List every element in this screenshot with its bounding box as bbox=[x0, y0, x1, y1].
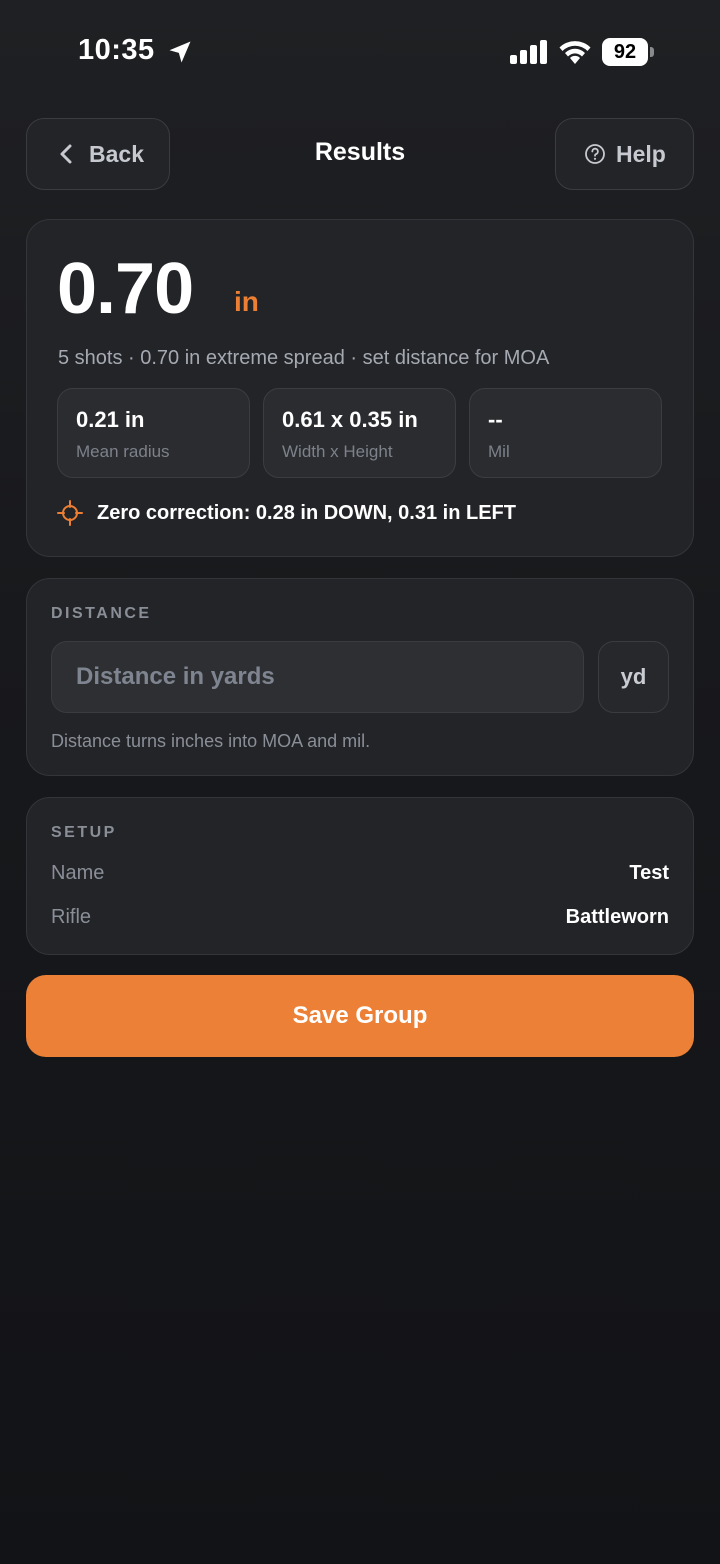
stat-value: 0.21 in bbox=[76, 407, 145, 432]
group-size-value: 0.70 bbox=[57, 249, 194, 329]
distance-input[interactable] bbox=[51, 641, 584, 713]
zero-correction: Zero correction: 0.28 in DOWN, 0.31 in L… bbox=[57, 500, 516, 526]
save-group-button[interactable]: Save Group bbox=[26, 975, 694, 1057]
zero-correction-text: Zero correction: 0.28 in DOWN, 0.31 in L… bbox=[97, 501, 516, 524]
setup-key: Name bbox=[51, 862, 105, 884]
stat-mean-radius: 0.21 in Mean radius bbox=[57, 388, 250, 478]
stat-width-height: 0.61 x 0.35 in Width x Height bbox=[263, 388, 456, 478]
stat-value: 0.61 x 0.35 in bbox=[282, 407, 418, 432]
group-size-unit: in bbox=[234, 286, 259, 317]
battery-icon: 92 bbox=[602, 38, 656, 66]
setup-key: Rifle bbox=[51, 906, 92, 928]
crosshair-icon bbox=[57, 500, 83, 526]
cellular-signal-icon bbox=[510, 40, 547, 64]
setup-row-name: Name Test bbox=[51, 862, 669, 885]
wifi-icon bbox=[559, 41, 591, 64]
help-label: Help bbox=[616, 140, 666, 167]
stat-mil: -- Mil bbox=[469, 388, 662, 478]
status-time: 10:35 bbox=[78, 34, 155, 66]
setup-value: Test bbox=[629, 862, 669, 884]
stat-label: Mean radius bbox=[76, 442, 170, 461]
location-arrow-icon bbox=[169, 41, 191, 63]
question-circle-icon bbox=[585, 144, 605, 164]
help-button[interactable]: Help bbox=[555, 118, 694, 190]
distance-section-label: DISTANCE bbox=[51, 605, 152, 622]
setup-section-label: SETUP bbox=[51, 824, 117, 841]
stat-label: Width x Height bbox=[282, 442, 393, 461]
stat-label: Mil bbox=[488, 442, 510, 461]
setup-card: SETUP Name Test Rifle Battleworn bbox=[26, 797, 694, 955]
status-bar: 10:35 92 bbox=[0, 0, 720, 106]
battery-level: 92 bbox=[602, 38, 648, 66]
distance-unit-button[interactable]: yd bbox=[598, 641, 669, 713]
distance-card: DISTANCE yd Distance turns inches into M… bbox=[26, 578, 694, 776]
setup-value: Battleworn bbox=[565, 906, 669, 928]
setup-row-rifle: Rifle Battleworn bbox=[51, 906, 669, 929]
result-card: 0.70 in 5 shots · 0.70 in extreme spread… bbox=[26, 219, 694, 557]
header: Back Results Help bbox=[26, 118, 694, 190]
distance-help-text: Distance turns inches into MOA and mil. bbox=[51, 731, 371, 751]
result-summary: 5 shots · 0.70 in extreme spread · set d… bbox=[58, 347, 550, 369]
stat-value: -- bbox=[488, 407, 503, 432]
